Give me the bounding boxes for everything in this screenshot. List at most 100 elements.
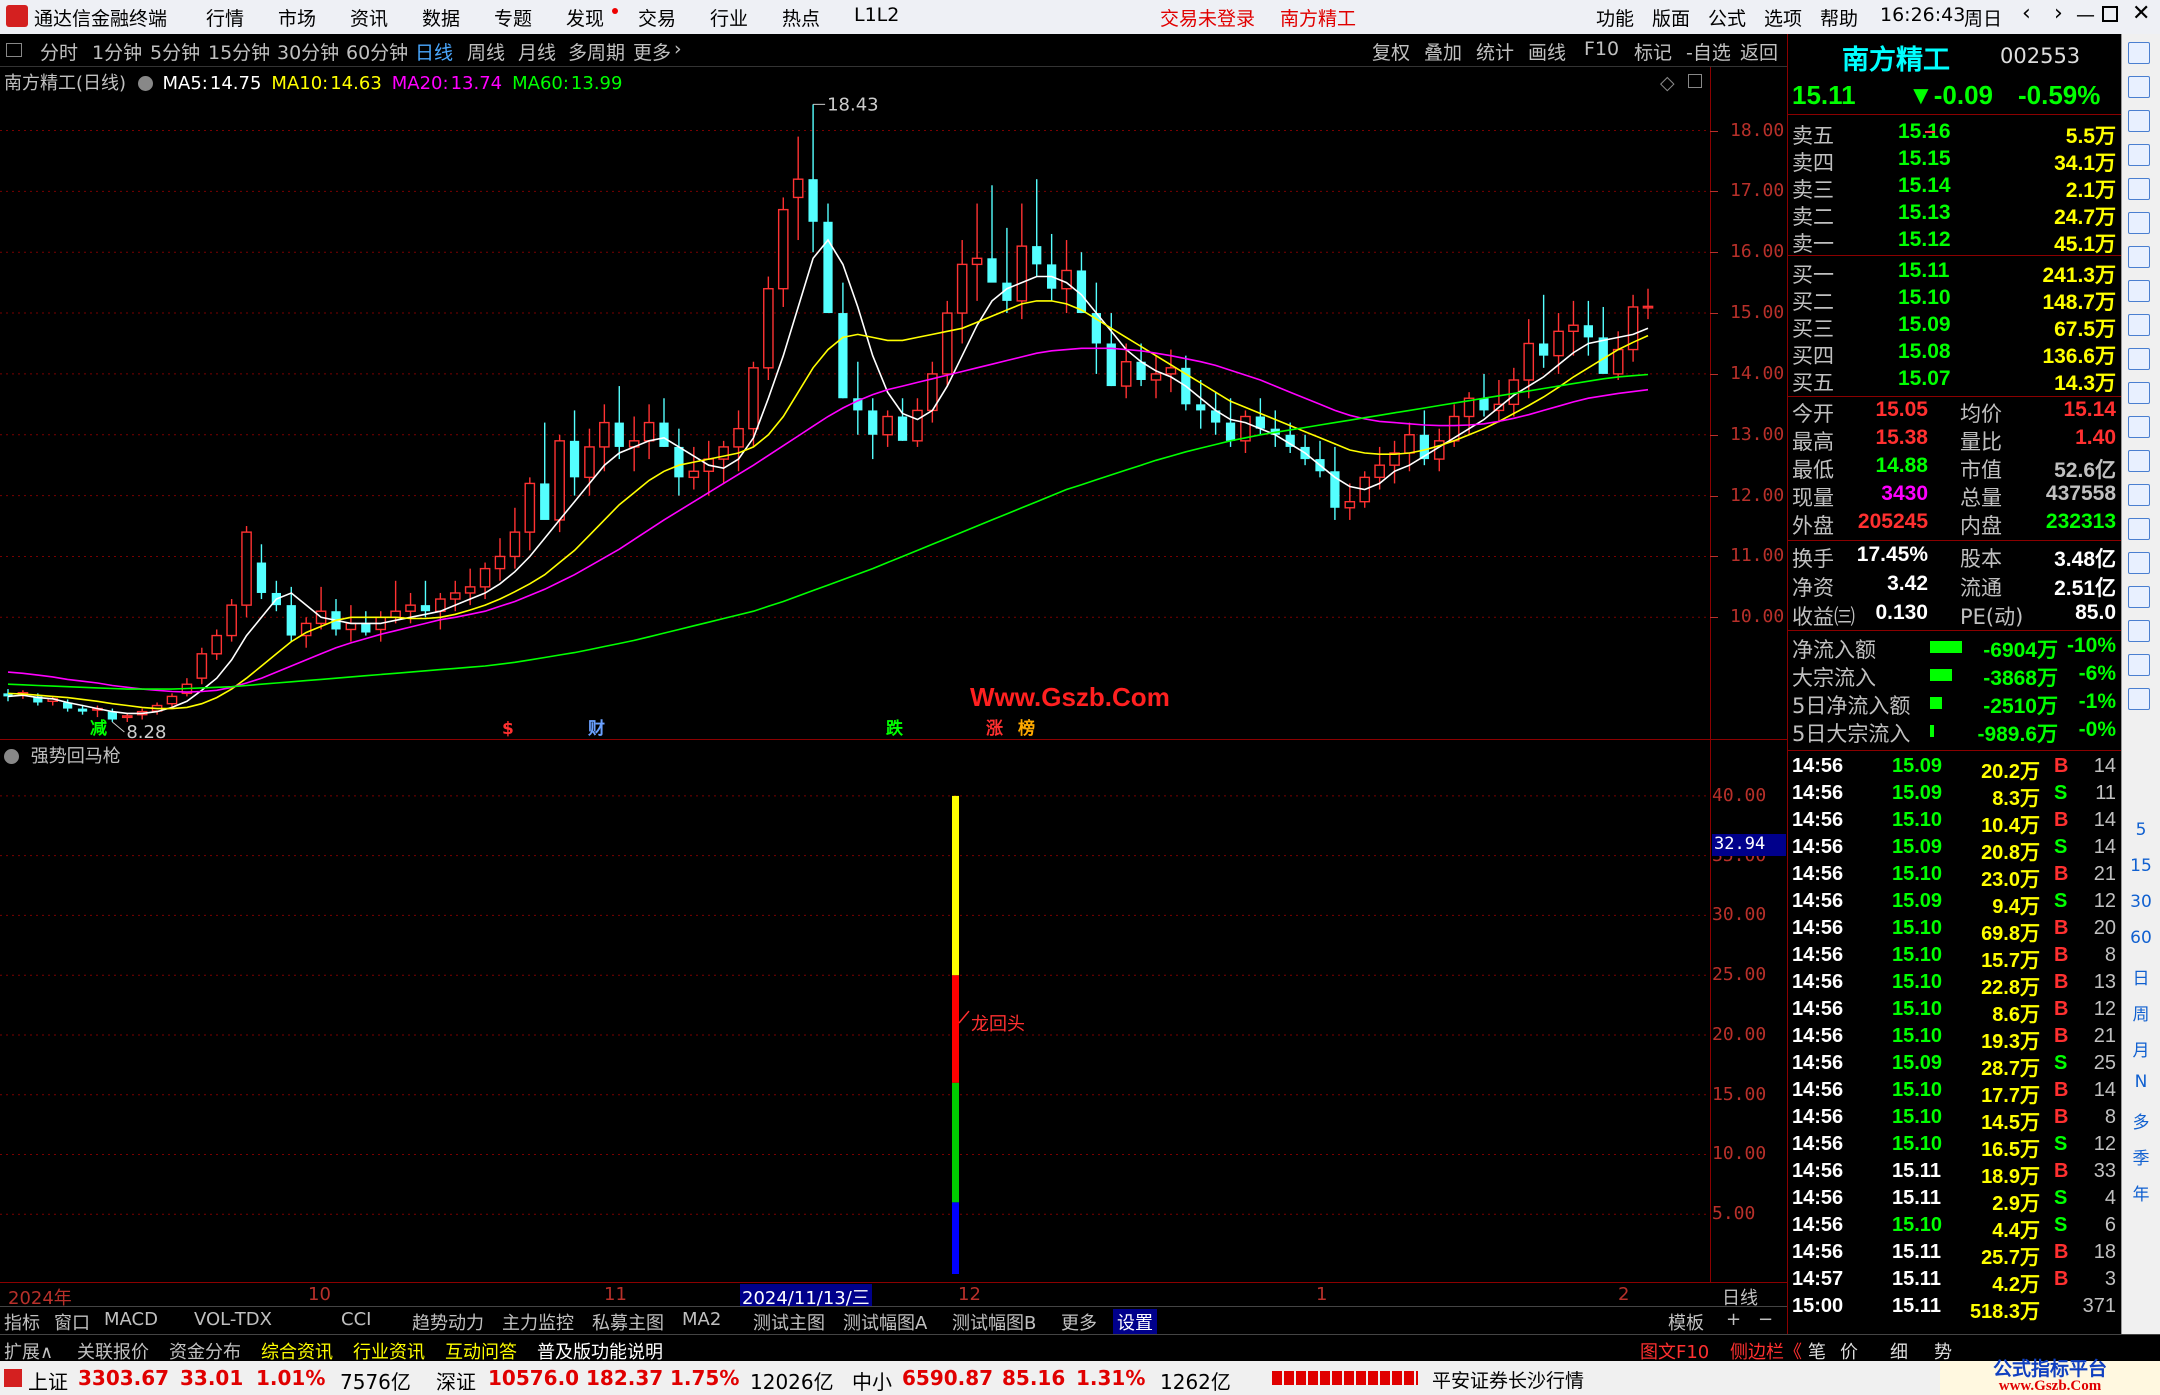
action-fanhui[interactable]: 返回 xyxy=(1740,38,1778,65)
side-sidebar-expand-icon[interactable] xyxy=(2128,42,2150,64)
side-move-icon[interactable] xyxy=(2128,586,2150,608)
side-f5-icon[interactable] xyxy=(2128,654,2150,676)
menu-item-bangzhu[interactable]: 帮助 xyxy=(1820,4,1858,31)
indicator-tab[interactable]: CCI xyxy=(341,1309,371,1330)
period-15min[interactable]: 15分钟 xyxy=(208,38,270,65)
side-fin-icon[interactable] xyxy=(2128,314,2150,336)
sh-label[interactable]: 上证 xyxy=(28,1366,68,1395)
add-indicator-button[interactable]: + xyxy=(1726,1309,1741,1330)
indicator-tab[interactable]: 测试主图 xyxy=(753,1309,825,1335)
event-mark[interactable]: $ xyxy=(502,719,514,739)
event-mark[interactable]: 榜 xyxy=(1018,718,1035,739)
indicator-tab[interactable]: 设置 xyxy=(1113,1309,1157,1335)
side-chart-icon[interactable] xyxy=(2128,212,2150,234)
indicator-tab[interactable]: 测试幅图A xyxy=(843,1309,927,1335)
period-more[interactable]: 更多 xyxy=(633,38,671,65)
action-biaoji[interactable]: 标记 xyxy=(1634,38,1672,65)
template-button[interactable]: 模板 xyxy=(1668,1309,1704,1335)
side-up-arrow-icon[interactable] xyxy=(2128,76,2150,98)
side-period-button[interactable]: 30 xyxy=(2122,892,2160,912)
indicator-chart[interactable]: 龙回头 xyxy=(0,742,1710,1282)
menu-item-gongneng[interactable]: 功能 xyxy=(1596,4,1634,31)
period-30min[interactable]: 30分钟 xyxy=(277,38,339,65)
chart-expand-icon[interactable]: ◇ xyxy=(1660,72,1675,94)
side-news-icon[interactable] xyxy=(2128,348,2150,370)
side-bars-icon[interactable] xyxy=(2128,246,2150,268)
side-pen-icon[interactable] xyxy=(2128,620,2150,642)
side-period-button[interactable]: 月 xyxy=(2122,1036,2160,1061)
indicator-tab[interactable]: 测试幅图B xyxy=(952,1309,1036,1335)
indicator-tab[interactable]: MA2 xyxy=(682,1309,721,1330)
signal-bar-segment[interactable] xyxy=(952,1082,959,1203)
action-diejia[interactable]: 叠加 xyxy=(1424,38,1462,65)
menu-item-zhuanti[interactable]: 专题 xyxy=(494,4,532,31)
side-period-button[interactable]: 15 xyxy=(2122,856,2160,876)
side-period-button[interactable]: 60 xyxy=(2122,928,2160,948)
sz-label[interactable]: 深证 xyxy=(436,1366,476,1395)
signal-bar-segment[interactable] xyxy=(952,975,959,1083)
menu-item-jiaoyi[interactable]: 交易 xyxy=(638,4,676,31)
side-period-button[interactable]: 多 xyxy=(2122,1108,2160,1133)
menu-item-faxian[interactable]: 发现 xyxy=(566,4,604,31)
side-target-icon[interactable] xyxy=(2128,450,2150,472)
indicator-tab[interactable]: 私募主图 xyxy=(592,1309,664,1335)
menu-item-l1l2[interactable]: L1L2 xyxy=(854,4,899,26)
action-f10[interactable]: F10 xyxy=(1584,38,1619,60)
ma-settings-icon[interactable] xyxy=(137,76,153,91)
restore-icon[interactable] xyxy=(2102,6,2118,22)
menu-item-zixun[interactable]: 资讯 xyxy=(350,4,388,31)
side-period-button[interactable]: 年 xyxy=(2122,1180,2160,1205)
signal-bar-segment[interactable] xyxy=(952,795,959,976)
menu-item-shuju[interactable]: 数据 xyxy=(422,4,460,31)
period-weekly[interactable]: 周线 xyxy=(467,38,505,65)
zx-label[interactable]: 中小 xyxy=(852,1366,892,1395)
indicator-tab[interactable]: VOL-TDX xyxy=(194,1309,272,1330)
menu-item-banmian[interactable]: 版面 xyxy=(1652,4,1690,31)
action-zixuan[interactable]: -自选 xyxy=(1686,38,1731,65)
side-period-button[interactable]: 5 xyxy=(2122,820,2160,840)
side-cycle-icon[interactable] xyxy=(2128,688,2150,710)
side-down-arrow-icon[interactable] xyxy=(2128,110,2150,132)
indicator-tab[interactable]: 主力监控 xyxy=(502,1309,574,1335)
panel-toggle-icon[interactable] xyxy=(6,43,22,57)
event-mark[interactable]: 涨 xyxy=(986,719,1003,739)
menu-item-shichang[interactable]: 市场 xyxy=(278,4,316,31)
back-nav-icon[interactable]: ‹ xyxy=(2022,1,2031,26)
period-60min[interactable]: 60分钟 xyxy=(346,38,408,65)
side-period-button[interactable]: 日 xyxy=(2122,964,2160,989)
close-icon[interactable]: ✕ xyxy=(2132,1,2150,26)
side-rsi-icon[interactable] xyxy=(2128,518,2150,540)
period-multi[interactable]: 多周期 xyxy=(568,38,625,65)
menu-item-xuanxiang[interactable]: 选项 xyxy=(1764,4,1802,31)
chart-window-icon[interactable] xyxy=(1688,74,1702,88)
event-mark[interactable]: 跌 xyxy=(886,719,904,739)
indicator-tab[interactable]: MACD xyxy=(104,1309,158,1330)
action-tongji[interactable]: 统计 xyxy=(1476,38,1514,65)
menu-item-gongshi[interactable]: 公式 xyxy=(1708,4,1746,31)
candlestick-chart[interactable]: 18.43 8.28 Www.Gszb.Com 减 $ 财 跌 涨榜 xyxy=(0,94,1710,739)
indicator-tab[interactable]: 指标 xyxy=(4,1309,40,1335)
signal-bar-segment[interactable] xyxy=(952,1202,959,1274)
period-fenshi[interactable]: 分时 xyxy=(40,38,78,65)
side-compare-icon[interactable] xyxy=(2128,484,2150,506)
remove-indicator-button[interactable]: − xyxy=(1758,1309,1773,1330)
period-monthly[interactable]: 月线 xyxy=(518,38,556,65)
event-mark[interactable]: 财 xyxy=(587,718,605,739)
side-grid-icon[interactable] xyxy=(2128,178,2150,200)
side-doc-icon[interactable] xyxy=(2128,382,2150,404)
action-huaxian[interactable]: 画线 xyxy=(1528,38,1566,65)
indicator-tab[interactable]: 趋势动力 xyxy=(412,1309,484,1335)
side-period-button[interactable]: 周 xyxy=(2122,1000,2160,1025)
forward-nav-icon[interactable]: › xyxy=(2054,1,2063,26)
side-fz-icon[interactable] xyxy=(2128,416,2150,438)
action-fuquan[interactable]: 复权 xyxy=(1372,38,1410,65)
period-5min[interactable]: 5分钟 xyxy=(150,38,200,65)
indicator-tab[interactable]: 窗口 xyxy=(54,1309,90,1335)
period-daily[interactable]: 日线 xyxy=(415,38,453,65)
login-status[interactable]: 交易未登录 xyxy=(1160,4,1255,31)
menu-item-redian[interactable]: 热点 xyxy=(782,4,820,31)
ad-banner[interactable]: 公式指标平台 www.Gszb.Com xyxy=(1940,1360,2160,1395)
indicator-tab[interactable]: 更多 xyxy=(1061,1309,1097,1335)
side-list-icon[interactable] xyxy=(2128,280,2150,302)
period-1min[interactable]: 1分钟 xyxy=(92,38,142,65)
